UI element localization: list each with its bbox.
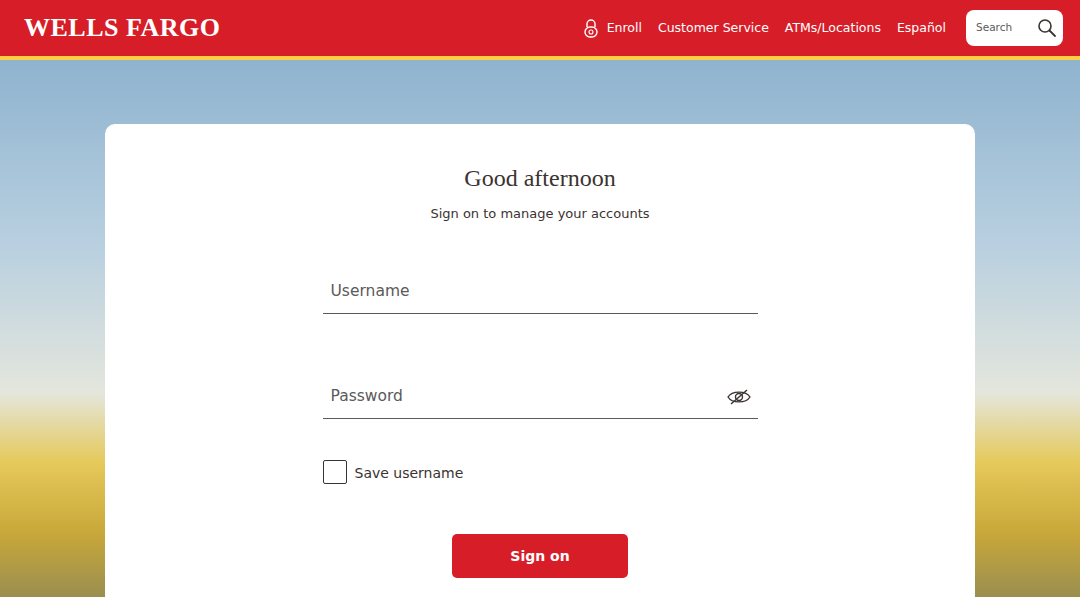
username-field [323, 272, 758, 314]
background-photo: Good afternoon Sign on to manage your ac… [0, 60, 1080, 597]
nav-link[interactable]: Español [897, 19, 946, 38]
top-nav: Enroll Customer Service ATMs/Locations Espa… [583, 18, 946, 38]
site-header: WELLS FARGO Enroll Customer Service ATMs/L… [0, 0, 1080, 60]
sign-on-button[interactable]: Sign on [452, 534, 628, 578]
subtitle: Sign on to manage your accounts [105, 204, 975, 224]
signon-card: Good afternoon Sign on to manage your ac… [105, 124, 975, 597]
signon-form: Save username Sign on [323, 272, 758, 579]
nav-link[interactable]: Customer Service [658, 19, 769, 38]
search-box [966, 10, 1063, 46]
save-username-label: Save username [355, 459, 464, 484]
save-username[interactable]: Save username [323, 459, 758, 484]
search-input[interactable] [974, 19, 1037, 37]
username-input[interactable] [331, 272, 758, 313]
logo[interactable]: WELLS FARGO [24, 15, 220, 41]
search-icon[interactable] [1037, 18, 1057, 38]
password-field [323, 377, 758, 419]
password-input[interactable] [331, 377, 726, 418]
nav-link[interactable]: ATMs/Locations [785, 19, 881, 38]
eye-slash-icon[interactable] [726, 387, 752, 407]
nav-link[interactable]: Enroll [583, 18, 642, 38]
save-username-checkbox[interactable] [323, 460, 347, 484]
lock-icon [583, 18, 599, 38]
greeting: Good afternoon [105, 162, 975, 194]
